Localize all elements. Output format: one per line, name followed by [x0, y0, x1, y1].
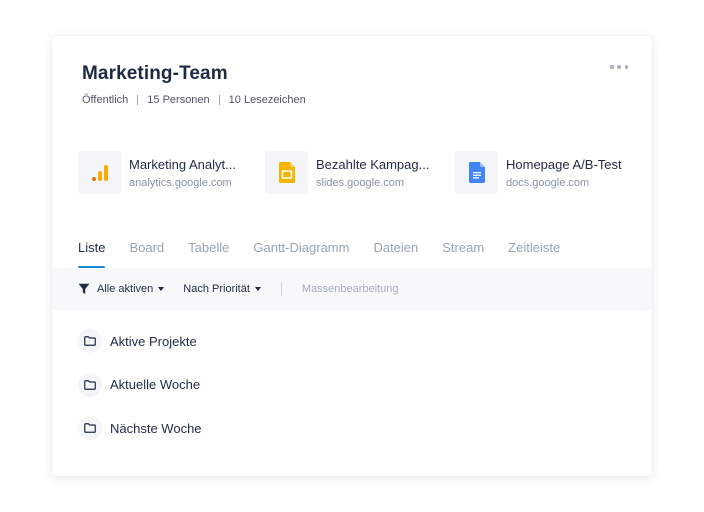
sort-label: Nach Priorität	[183, 283, 250, 295]
list-item[interactable]: Nächste Woche	[78, 416, 202, 440]
chevron-down-icon	[254, 287, 261, 291]
tab-zeitleiste[interactable]: Zeitleiste	[508, 240, 560, 268]
google-docs-icon	[455, 151, 498, 194]
folder-icon	[78, 329, 102, 353]
google-analytics-icon	[78, 151, 121, 194]
bulk-edit-button[interactable]: Massenbearbeitung	[302, 283, 399, 295]
list-item[interactable]: Aktive Projekte	[78, 329, 202, 353]
folder-icon	[78, 372, 102, 397]
view-tabs: Liste Board Tabelle Gantt-Diagramm Datei…	[78, 240, 584, 268]
bookmark-title: Marketing Analyt...	[129, 156, 236, 172]
google-slides-icon	[265, 151, 308, 194]
tab-tabelle[interactable]: Tabelle	[188, 240, 229, 268]
tab-gantt-diagramm[interactable]: Gantt-Diagramm	[253, 240, 349, 268]
filter-dropdown[interactable]: Alle aktiven	[78, 283, 165, 295]
bookmarks-count[interactable]: 10 Lesezeichen	[229, 94, 306, 106]
meta-divider	[137, 95, 139, 105]
bookmark-url: slides.google.com	[316, 176, 405, 189]
tab-dateien[interactable]: Dateien	[373, 240, 418, 268]
filter-icon	[78, 283, 90, 294]
meta-divider	[218, 95, 220, 105]
bookmark-docs[interactable]: Homepage A/B-Test docs.google.com	[455, 151, 622, 194]
board-title: Marketing-Team	[82, 63, 228, 84]
bookmark-url: docs.google.com	[506, 176, 590, 189]
list-item-label: Aktuelle Woche	[110, 377, 201, 392]
filter-label: Alle aktiven	[97, 283, 154, 295]
bookmark-slides[interactable]: Bezahlte Kampag... slides.google.com	[265, 151, 429, 194]
bookmark-title: Bezahlte Kampag...	[316, 156, 430, 172]
visibility-label: Öffentlich	[82, 94, 129, 106]
more-options-icon[interactable]	[610, 62, 628, 72]
list-item-label: Nächste Woche	[110, 420, 202, 436]
tab-board[interactable]: Board	[129, 240, 164, 268]
bookmark-analytics[interactable]: Marketing Analyt... analytics.google.com	[78, 151, 236, 194]
list-toolbar: Alle aktiven Nach Priorität Massenbearbe…	[52, 268, 652, 310]
bookmark-url: analytics.google.com	[129, 176, 232, 189]
list-item[interactable]: Aktuelle Woche	[78, 372, 202, 397]
chevron-down-icon	[158, 287, 165, 291]
toolbar-divider	[280, 282, 282, 296]
tab-liste[interactable]: Liste	[78, 240, 106, 268]
tab-stream[interactable]: Stream	[442, 240, 484, 268]
list-item-label: Aktive Projekte	[110, 333, 197, 349]
sort-dropdown[interactable]: Nach Priorität	[183, 283, 261, 295]
bookmarks-row: Marketing Analyt... analytics.google.com…	[78, 151, 638, 195]
members-count[interactable]: 15 Personen	[147, 94, 209, 106]
folder-list: Aktive Projekte Aktuelle Woche Nächste W…	[78, 329, 202, 460]
board-card: Marketing-Team Öffentlich 15 Personen 10…	[52, 36, 652, 476]
board-meta: Öffentlich 15 Personen 10 Lesezeichen	[82, 94, 306, 106]
bookmark-title: Homepage A/B-Test	[506, 156, 622, 172]
folder-icon	[78, 416, 102, 440]
